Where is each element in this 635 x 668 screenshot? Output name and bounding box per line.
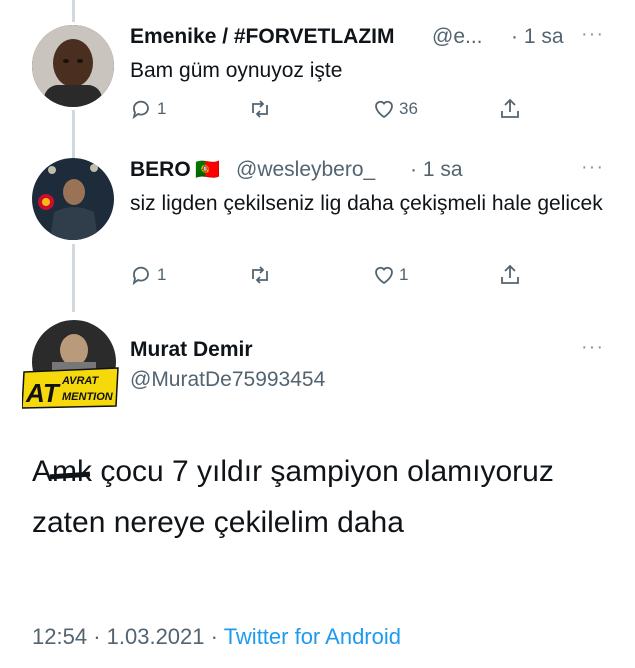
main-tweet-text-rest: çocu 7 yıldır şampiyon olamıyoruz zaten … [32,455,554,539]
avatar[interactable] [32,25,114,107]
tweet-author-name[interactable]: Emenike / #FORVETLAZIM [130,25,395,49]
more-icon[interactable]: ··· [581,23,604,46]
avatar-photo [32,25,114,107]
retweet-button[interactable] [248,97,272,121]
tweet-text: Bam güm oynuyoz işte [130,59,343,82]
more-icon[interactable]: ··· [581,156,604,179]
reply-count: 1 [157,99,167,118]
like-count: 36 [399,99,418,118]
thread-line [72,0,75,22]
share-button[interactable] [498,263,522,287]
avatar-badge-small-2: MENTION [62,391,114,403]
more-icon[interactable]: ··· [581,336,604,359]
tweet-handle[interactable]: @wesleybero_ [236,158,375,182]
thread-line [72,110,75,158]
avatar-badge-small-1: AVRAT [61,375,100,387]
tweet-date[interactable]: 1.03.2021 [107,624,205,649]
tweet-source[interactable]: Twitter for Android [224,624,401,649]
share-icon [501,98,519,118]
like-button[interactable]: 1 [372,263,408,287]
tweet-footer: 12:54 · 1.03.2021 · Twitter for Android [32,624,401,650]
retweet-icon [252,266,268,284]
separator: · [210,624,218,649]
thread-line [72,244,75,312]
tweet-timestamp[interactable]: 12:54 [32,624,87,649]
tweet-handle[interactable]: @MuratDe75993454 [130,368,325,392]
tweet-time[interactable]: · 1 sa [410,158,463,182]
tweet-author-name[interactable]: BERO [130,158,191,182]
reply-count: 1 [157,265,167,284]
censored-word: Amk [32,446,92,497]
tweet-author-name[interactable]: Murat Demir [130,338,253,362]
avatar-badge-big: AT [25,378,61,408]
retweet-icon [252,100,268,118]
main-tweet-text: Amk çocu 7 yıldır şampiyon olamıyoruz za… [32,446,592,548]
avatar-photo: AT AVRAT MENTION [21,320,119,409]
separator: · [93,624,101,649]
share-button[interactable] [498,97,522,121]
like-button[interactable]: 36 [372,97,418,121]
heart-icon [375,266,393,285]
reply-icon [132,100,149,120]
share-icon [501,264,519,284]
retweet-button[interactable] [248,263,272,287]
flag-icon: 🇵🇹 [195,159,220,181]
tweet-time[interactable]: · 1 sa [511,25,564,49]
avatar[interactable]: AT AVRAT MENTION [21,318,120,412]
like-count: 1 [399,265,409,284]
reply-icon [132,266,149,286]
avatar-photo [32,158,114,240]
tweet-text: siz ligden çekilseniz lig daha çekişmeli… [130,192,603,215]
tweet-handle[interactable]: @e... [432,25,483,49]
avatar[interactable] [32,158,114,240]
heart-icon [375,100,393,119]
reply-button[interactable]: 1 [130,97,166,121]
reply-button[interactable]: 1 [130,263,166,287]
